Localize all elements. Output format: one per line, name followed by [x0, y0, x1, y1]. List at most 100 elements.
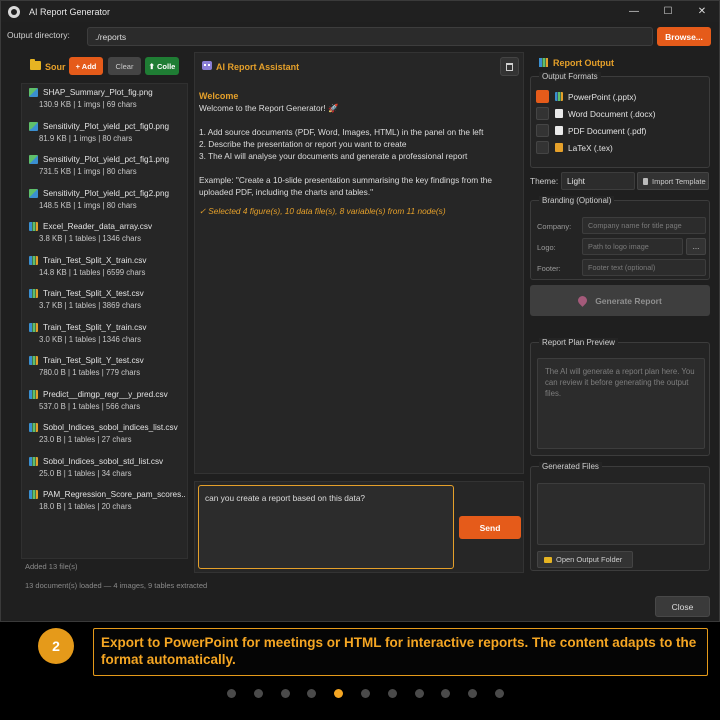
format-checkbox[interactable]	[536, 141, 549, 154]
doc-format-icon	[555, 109, 563, 118]
pagination-dot[interactable]	[253, 689, 263, 698]
generated-files-list[interactable]	[537, 483, 705, 545]
file-list-item[interactable]: Sobol_Indices_sobol_indices_list.csv 23.0…	[22, 420, 187, 453]
format-checkbox[interactable]	[536, 107, 549, 120]
file-name: Train_Test_Split_X_test.csv	[43, 289, 144, 298]
add-source-button[interactable]: + Add	[69, 57, 103, 75]
message-input[interactable]: can you create a report based on this da…	[198, 485, 454, 569]
company-input[interactable]: Company name for title page	[582, 217, 706, 234]
pagination-dot[interactable]	[227, 689, 236, 698]
title-bar: AI Report Generator — ☐ ✕	[1, 1, 719, 22]
file-list-item[interactable]: Sensitivity_Plot_yield_pct_fig1.png 731.5…	[22, 152, 187, 185]
file-name: Sensitivity_Plot_yield_pct_fig2.png	[43, 188, 170, 198]
browse-button[interactable]: Browse...	[657, 27, 711, 46]
rocket-icon	[576, 294, 590, 307]
file-list-item[interactable]: Train_Test_Split_X_test.csv 3.7 KB | 1 ta…	[22, 286, 187, 319]
file-name: SHAP_Summary_Plot_fig.png	[43, 88, 153, 97]
import-template-label: Import Template	[652, 176, 706, 186]
file-meta: 81.9 KB | 1 imgs | 80 chars	[39, 133, 133, 143]
open-output-folder-button[interactable]: Open Output Folder	[537, 551, 633, 568]
generated-files-label: Generated Files	[539, 462, 602, 471]
file-meta: 130.9 KB | 1 imgs | 69 chars	[39, 100, 137, 109]
csv-file-icon	[29, 322, 38, 332]
format-label: LaTeX (.tex)	[568, 143, 613, 153]
pagination-dot[interactable]	[414, 689, 424, 698]
csv-file-icon	[29, 356, 38, 365]
collect-button[interactable]: ⬆ Colle	[145, 57, 179, 75]
logo-path-input[interactable]: Path to logo image	[582, 238, 683, 255]
output-directory-input[interactable]: ./reports	[87, 27, 653, 46]
chat-line	[199, 114, 519, 126]
file-list-item[interactable]: SHAP_Summary_Plot_fig.png 130.9 KB | 1 im…	[22, 85, 187, 118]
sources-panel: Sour + Add Clear ⬆ Colle SHAP_Summary_Pl…	[21, 52, 191, 572]
file-list-item[interactable]: Predict__dimgp_regr__y_pred.csv 537.0 B |…	[22, 387, 187, 420]
pagination-dot[interactable]	[468, 689, 478, 698]
file-list-item[interactable]: Train_Test_Split_Y_test.csv 780.0 B | 1 t…	[22, 353, 187, 386]
chat-history[interactable]: Welcome Welcome to the Report Generator!…	[195, 81, 523, 473]
maximize-button[interactable]: ☐	[651, 1, 685, 22]
clear-sources-button[interactable]: Clear	[108, 57, 141, 75]
file-list-item[interactable]: Sobol_Indices_sobol_std_list.csv 25.0 B |…	[22, 454, 187, 487]
pagination-dot[interactable]	[280, 689, 290, 698]
csv-file-icon	[29, 456, 38, 466]
pagination-dots	[0, 687, 720, 699]
import-template-button[interactable]: Import Template	[637, 172, 709, 190]
file-list-item[interactable]: Sensitivity_Plot_yield_pct_fig2.png 148.5…	[22, 186, 187, 219]
file-meta: 25.0 B | 1 tables | 34 chars	[39, 468, 132, 478]
status-bar-text: 13 document(s) loaded — 4 images, 9 tabl…	[25, 581, 208, 590]
image-file-icon	[29, 121, 38, 131]
pagination-dot[interactable]	[495, 689, 504, 698]
image-file-icon	[29, 155, 38, 164]
pagination-dot[interactable]	[361, 689, 370, 698]
format-label: PDF Document (.pdf)	[568, 126, 647, 136]
close-button[interactable]: Close	[655, 596, 710, 617]
send-button[interactable]: Send	[459, 516, 521, 539]
format-option[interactable]: Word Document (.docx)	[536, 107, 706, 121]
company-label: Company:	[537, 222, 572, 231]
output-directory-label: Output directory:	[7, 30, 70, 40]
file-meta: 148.5 KB | 1 imgs | 80 chars	[39, 200, 137, 210]
output-title: Report Output	[553, 58, 614, 68]
report-plan-preview[interactable]: The AI will generate a report plan here.…	[537, 358, 705, 449]
pagination-dot[interactable]	[441, 689, 451, 698]
pagination-dot[interactable]	[334, 689, 344, 698]
logo-browse-button[interactable]: ...	[686, 238, 706, 255]
pagination-dot[interactable]	[307, 689, 317, 698]
file-list-item[interactable]: Train_Test_Split_X_train.csv 14.8 KB | 1 …	[22, 253, 187, 286]
close-window-button[interactable]: ✕	[685, 1, 719, 22]
file-list-item[interactable]: Sensitivity_Plot_yield_pct_fig0.png 81.9 …	[22, 119, 187, 152]
csv-file-icon	[29, 255, 38, 265]
file-name: Sensitivity_Plot_yield_pct_fig0.png	[43, 121, 170, 131]
pagination-dot[interactable]	[387, 689, 397, 698]
format-option[interactable]: LaTeX (.tex)	[536, 141, 706, 155]
message-input-area: can you create a report based on this da…	[194, 481, 524, 573]
generate-report-button[interactable]: Generate Report	[530, 285, 710, 316]
format-option[interactable]: PowerPoint (.pptx)	[536, 90, 706, 104]
format-checkbox[interactable]	[536, 124, 549, 137]
file-meta: 18.0 B | 1 tables | 20 chars	[39, 502, 132, 511]
open-output-folder-label: Open Output Folder	[556, 555, 623, 564]
file-list-item[interactable]: PAM_Regression_Score_pam_scores.... 18.0 …	[22, 487, 187, 520]
app-logo-icon	[8, 5, 20, 18]
chat-line: 2. Describe the presentation or report y…	[199, 139, 407, 149]
footer-input[interactable]: Footer text (optional)	[582, 259, 706, 276]
theme-row: Theme: Light Import Template	[529, 170, 711, 192]
file-name: Train_Test_Split_Y_test.csv	[43, 356, 144, 365]
file-meta: 23.0 B | 1 tables | 27 chars	[39, 435, 132, 444]
output-header: Report Output	[529, 52, 711, 74]
file-list-item[interactable]: Excel_Reader_data_array.csv 3.8 KB | 1 ta…	[22, 219, 187, 252]
format-label: Word Document (.docx)	[568, 109, 656, 119]
window-title: AI Report Generator	[29, 6, 111, 17]
theme-label: Theme:	[530, 176, 559, 186]
source-file-list[interactable]: SHAP_Summary_Plot_fig.png 130.9 KB | 1 im…	[21, 83, 188, 559]
assistant-panel: AI Report Assistant Welcome Welcome to t…	[194, 52, 524, 474]
clear-chat-button[interactable]	[500, 57, 519, 76]
file-meta: 731.5 KB | 1 imgs | 80 chars	[39, 167, 137, 176]
format-option[interactable]: PDF Document (.pdf)	[536, 124, 706, 138]
theme-select[interactable]: Light	[561, 172, 635, 190]
chat-welcome-heading: Welcome	[199, 91, 239, 101]
file-name: Train_Test_Split_X_train.csv	[43, 255, 147, 265]
file-list-item[interactable]: Train_Test_Split_Y_train.csv 3.0 KB | 1 t…	[22, 320, 187, 353]
minimize-button[interactable]: —	[617, 1, 651, 22]
format-checkbox[interactable]	[536, 90, 549, 103]
